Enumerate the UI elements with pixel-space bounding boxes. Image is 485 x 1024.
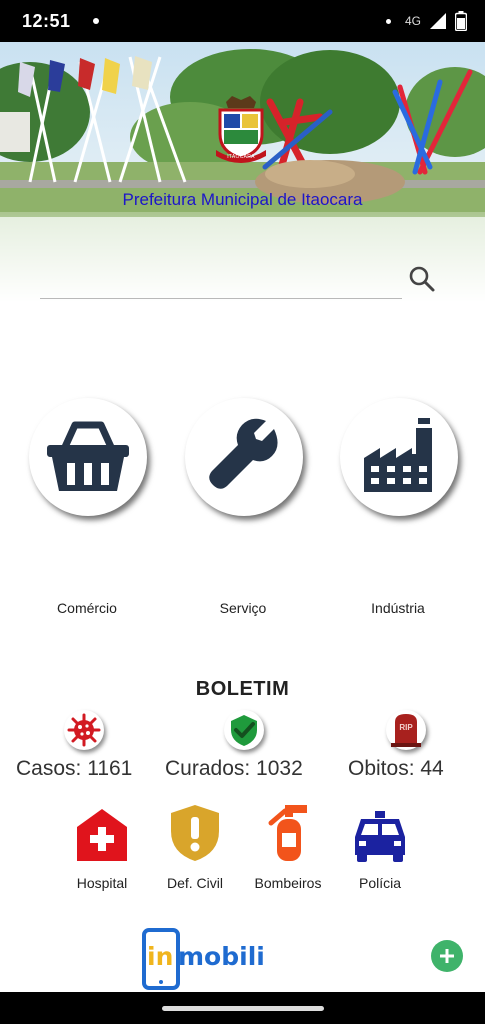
service-defcivil-button[interactable]: Def. Civil	[153, 803, 237, 891]
shield-alert-icon	[171, 805, 219, 861]
shield-check-icon	[224, 710, 264, 750]
plus-icon	[440, 949, 454, 963]
wrench-icon	[209, 418, 278, 489]
fire-extinguisher-icon	[268, 805, 307, 861]
curados-count: Curados: 1032	[165, 757, 303, 780]
service-policia-label: Polícia	[358, 875, 402, 891]
obitos-count: Obitos: 44	[348, 757, 444, 780]
seal-text-print: ITAOCARA	[227, 154, 255, 160]
service-hospital-button[interactable]: Hospital	[60, 803, 144, 891]
category-industria-button[interactable]	[340, 398, 458, 516]
boletim-title: BOLETIM	[195, 678, 290, 700]
inmobili-logo: in mobili	[142, 928, 272, 990]
service-bombeiros-label: Bombeiros	[254, 875, 322, 891]
home-gesture-handle[interactable]	[162, 1006, 324, 1011]
rip-text: RIP	[399, 723, 413, 732]
status-time: 12:51	[22, 10, 71, 31]
network-type: 4G	[404, 14, 421, 28]
search-icon[interactable]	[407, 264, 437, 294]
search-input[interactable]	[40, 298, 402, 299]
service-defcivil-label: Def. Civil	[166, 875, 223, 891]
category-servico-button[interactable]	[185, 398, 303, 516]
logo-text-mobili: mobili	[178, 942, 265, 971]
tombstone-icon: RIP	[386, 710, 426, 750]
header-banner: ITAOCARA Prefeitura Municipal de Itaocar…	[0, 42, 485, 302]
hospital-icon	[77, 809, 127, 861]
category-comercio-button[interactable]	[29, 398, 147, 516]
police-car-icon	[355, 811, 405, 862]
casos-count: Casos: 1161	[16, 757, 133, 780]
system-nav-bar	[0, 992, 485, 1024]
notification-dot	[92, 18, 99, 24]
service-policia-button[interactable]: Polícia	[338, 803, 422, 891]
category-industria-label: Indústria	[371, 600, 425, 616]
service-bombeiros-button[interactable]: Bombeiros	[246, 803, 330, 891]
logo-text-in: in	[147, 942, 174, 971]
banner-photo	[0, 42, 485, 302]
battery-icon	[455, 11, 467, 31]
category-comercio-label: Comércio	[57, 600, 117, 616]
add-fab-button[interactable]	[431, 940, 463, 972]
signal-icon	[430, 13, 446, 29]
virus-icon	[64, 710, 104, 750]
status-dot	[385, 18, 391, 24]
service-hospital-label: Hospital	[76, 875, 128, 891]
category-servico-label: Serviço	[219, 600, 267, 616]
factory-icon	[364, 418, 432, 492]
basket-icon	[47, 421, 129, 491]
page-title: Prefeitura Municipal de Itaocara	[122, 190, 363, 209]
status-icons: 4G	[385, 11, 467, 31]
status-bar: 12:51 4G	[0, 0, 485, 42]
